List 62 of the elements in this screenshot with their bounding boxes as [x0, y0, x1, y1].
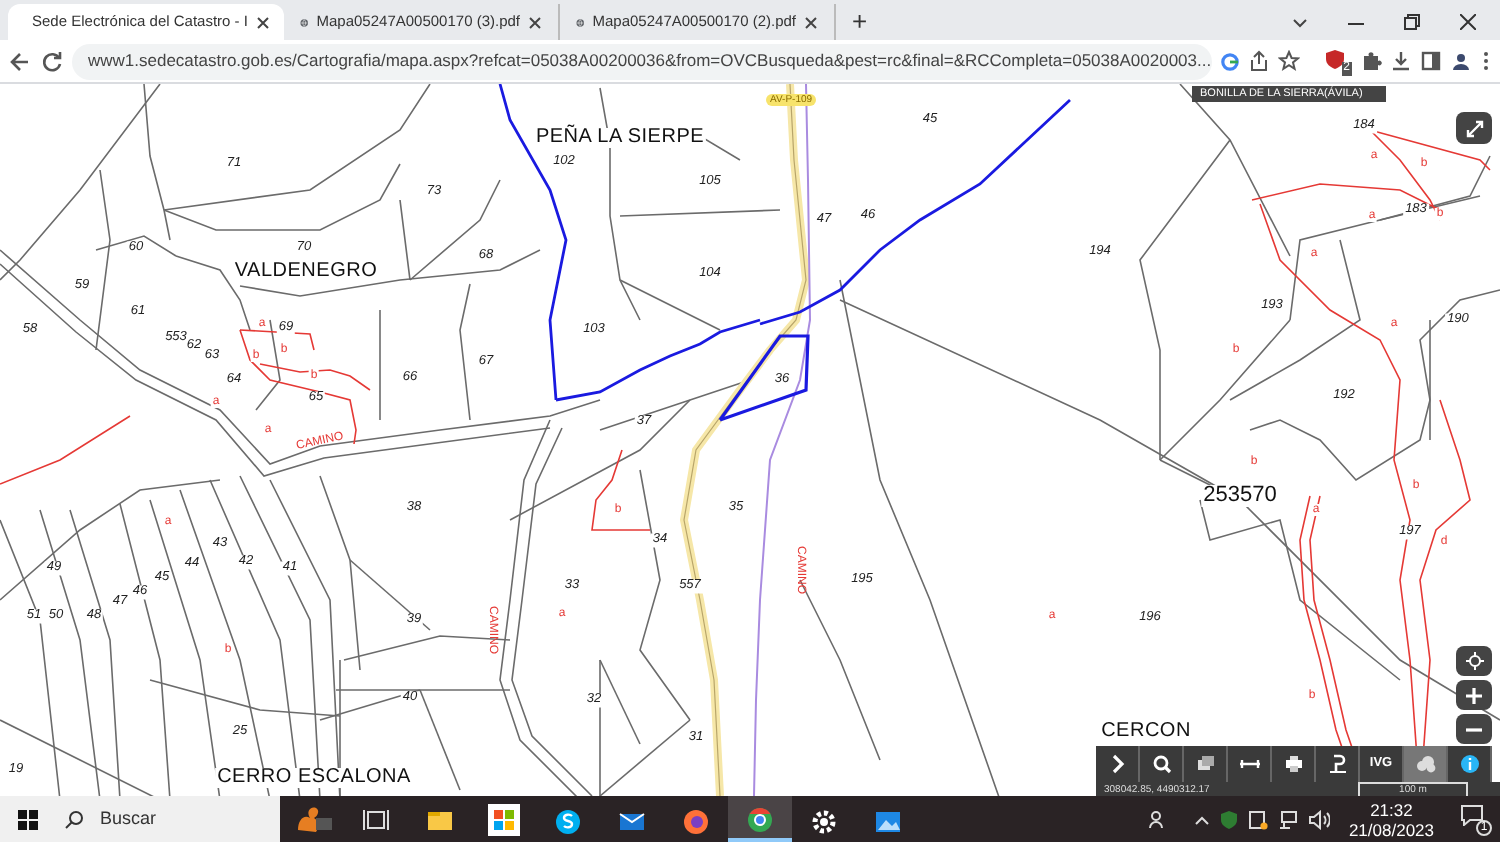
globe-icon [576, 13, 585, 31]
profile-icon[interactable] [1450, 50, 1472, 72]
taskbar-app-button[interactable] [728, 796, 792, 842]
chevron-up-icon[interactable] [1194, 811, 1211, 827]
side-panel-icon[interactable] [1420, 50, 1442, 72]
address-bar[interactable]: www1.sedecatastro.gob.es/Cartografia/mapa.aspx?refcat=05038A00200036&from=OVCBusqueda&pest=rc&final=&RCCompleta=05038A0020003... [72, 43, 1212, 79]
clock[interactable]: 21:32 21/08/2023 [1340, 799, 1442, 839]
shield-icon[interactable] [1220, 809, 1239, 829]
chevron-button[interactable] [1096, 746, 1140, 782]
search-button[interactable] [1140, 746, 1184, 782]
search-icon [64, 809, 84, 829]
puzzle-icon[interactable] [1360, 50, 1382, 72]
parking-pin-icon [1327, 754, 1347, 774]
ruler-button[interactable] [1228, 746, 1272, 782]
expand-icon [1465, 119, 1483, 137]
info-button[interactable] [1448, 746, 1492, 782]
shield-icon [1324, 47, 1346, 69]
search-icon [1151, 754, 1171, 774]
print-button[interactable] [1272, 746, 1316, 782]
google-icon[interactable] [1220, 51, 1240, 71]
close-tab-icon[interactable] [528, 15, 542, 29]
new-tab-button[interactable]: + [836, 4, 884, 40]
chevron-right-icon [1107, 754, 1127, 774]
tablet-icon[interactable] [1248, 809, 1269, 829]
print-icon [1283, 754, 1303, 774]
place-name: CERCON [1099, 722, 1193, 742]
close-tab-icon[interactable] [804, 15, 818, 29]
back-icon[interactable] [8, 49, 32, 73]
windows-start-icon[interactable] [18, 809, 38, 829]
reload-icon[interactable] [40, 49, 64, 73]
network-icon[interactable] [1278, 809, 1299, 829]
ruler-icon [1239, 754, 1259, 774]
locate-button[interactable] [1456, 646, 1492, 676]
store-icon [484, 801, 524, 837]
star-icon[interactable] [1278, 50, 1300, 72]
pin-button[interactable] [1316, 746, 1360, 782]
fullscreen-button[interactable] [1456, 112, 1492, 144]
download-icon[interactable] [1390, 50, 1412, 72]
place-name: PEÑA LA SIERPE [533, 128, 707, 148]
crosshair-icon [1465, 652, 1483, 670]
menu-icon[interactable] [1480, 50, 1492, 72]
globe-icon [300, 13, 309, 31]
restore-icon[interactable] [1404, 14, 1420, 30]
close-tab-icon[interactable] [255, 15, 270, 29]
place-name: VALDENEGRO [232, 262, 380, 282]
zoom-in-button[interactable] [1456, 680, 1492, 710]
share-icon[interactable] [1248, 50, 1270, 72]
reference-number: 253570 [1201, 485, 1279, 507]
layers-icon [1195, 754, 1215, 774]
speaker-icon[interactable] [1308, 809, 1331, 829]
plus-icon [1466, 687, 1482, 703]
chevron-down-icon[interactable] [1292, 18, 1308, 30]
info-icon [1459, 754, 1479, 774]
layers-button[interactable] [1184, 746, 1228, 782]
close-icon[interactable] [1460, 14, 1476, 30]
clouds-icon [1415, 754, 1435, 774]
place-name: CERRO ESCALONA [215, 768, 413, 788]
clouds-button[interactable] [1404, 746, 1448, 782]
speech-bubble-icon [1460, 803, 1484, 825]
zoom-out-button[interactable] [1456, 714, 1492, 744]
people-icon[interactable] [1148, 809, 1169, 829]
minimize-icon[interactable] [1348, 22, 1364, 26]
